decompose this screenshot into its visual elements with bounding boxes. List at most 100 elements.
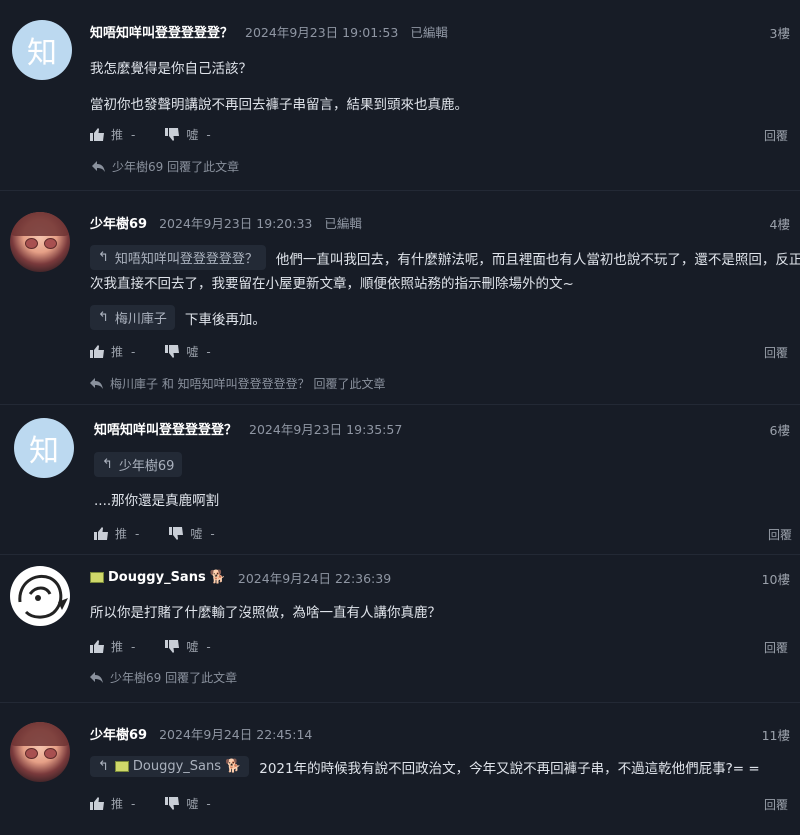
upvote-button[interactable]: 推- [90,638,135,655]
thumbs-up-icon [90,797,104,810]
replied-by[interactable]: 少年樹69 回覆了此文章 [90,669,237,686]
post-header: Douggy_Sans 🐕 2024年9月24日 22:36:39 [90,568,391,587]
post-text-row: ↰ Douggy_Sans 🐕 2021年的時候我有說不回政治文，今年又說不再回褲子… [90,756,760,777]
quote-tag[interactable]: ↰ 少年樹69 [94,452,183,477]
badge-icon [90,572,104,583]
upvote-count: - [131,639,136,654]
post-text: 次我直接不回去了，我要留在小屋更新文章，順便依照站務的指示刪除場外的文~ [90,276,574,292]
badge-icon [114,761,129,772]
downvote-count: - [206,344,211,359]
post-actions: 推- 噓- [90,126,241,143]
downvote-count: - [210,526,215,541]
post-actions: 推- 噓- [90,795,241,812]
quote-tag[interactable]: ↰ 知唔知咩叫登登登登登？ [90,245,266,270]
downvote-label: 噓 [190,527,203,541]
sketch-avatar-icon [11,567,69,625]
reply-arrow-icon [90,672,103,683]
downvote-button[interactable]: 噓- [165,638,211,655]
upvote-button[interactable]: 推- [90,126,135,143]
author-name[interactable]: 知唔知咩叫登登登登登？ [94,419,237,438]
downvote-button[interactable]: 噓- [165,795,211,812]
reply-arrow-icon [90,378,103,389]
downvote-label: 噓 [186,797,199,811]
avatar[interactable]: 知 [14,418,74,478]
post-date: 2024年9月23日 19:01:53 [245,25,399,40]
author-name[interactable]: 少年樹69 [90,213,147,232]
downvote-button[interactable]: 噓- [169,525,215,542]
replied-by-text: 少年樹69 回覆了此文章 [110,671,238,685]
avatar-hair [10,722,70,746]
post-date: 2024年9月23日 19:20:33 [159,216,313,231]
avatar-eye [25,748,38,759]
upvote-button[interactable]: 推- [90,343,135,360]
comment-thread: 知 知唔知咩叫登登登登登？ 2024年9月23日 19:01:53 已編輯 3樓… [0,0,800,835]
reply-button[interactable]: 回覆 [768,526,792,543]
reply-button[interactable]: 回覆 [764,796,788,813]
floor-number: 6樓 [769,423,790,438]
post-header: 知唔知咩叫登登登登登？ 2024年9月23日 19:35:57 [94,419,402,438]
upvote-count: - [131,344,136,359]
post-text-row: ↰ 梅川庫子 下車後再加。 [90,305,266,330]
divider [0,190,800,191]
reply-button[interactable]: 回覆 [764,127,788,144]
thumbs-down-icon [169,527,184,540]
post-text: 2021年的時候我有說不回政治文，今年又說不再回褲子串，不過這乾他們屁事?= = [259,760,760,777]
dog-icon: 🐕 [209,570,226,585]
post-text-row: ↰ 少年樹69 [94,452,183,477]
upvote-button[interactable]: 推- [94,525,139,542]
reply-button[interactable]: 回覆 [764,639,788,656]
author-name[interactable]: 知唔知咩叫登登登登登？ [90,22,233,41]
thumbs-up-icon [94,527,108,540]
reply-arrow-icon: ↰ [98,310,109,325]
avatar-eye [44,748,57,759]
edited-label: 已編輯 [324,216,362,231]
upvote-label: 推 [111,640,124,654]
quote-tag[interactable]: ↰ 梅川庫子 [90,305,175,330]
reply-arrow-icon: ↰ [98,250,109,265]
reply-arrow-icon: ↰ [102,457,113,472]
author-name[interactable]: Douggy_Sans [108,570,206,585]
post-actions: 推- 噓- [94,525,245,542]
post-header: 知唔知咩叫登登登登登？ 2024年9月23日 19:01:53 已編輯 [90,22,448,41]
author-name[interactable]: 少年樹69 [90,724,147,743]
divider [0,404,800,405]
post-date: 2024年9月24日 22:36:39 [237,571,392,586]
quote-author: Douggy_Sans [132,759,222,774]
quote-tag[interactable]: ↰ Douggy_Sans 🐕 [90,756,250,777]
downvote-count: - [206,639,211,654]
replied-by-text: 梅川庫子 和 知唔知咩叫登登登登登？ 回覆了此文章 [110,377,386,391]
downvote-label: 噓 [186,128,199,142]
downvote-count: - [206,796,211,811]
post-text: 所以你是打賭了什麼輸了沒照做，為啥一直有人講你真鹿？ [90,605,441,621]
thumbs-down-icon [165,797,180,810]
post-header: 少年樹69 2024年9月23日 19:20:33 已編輯 [90,213,362,232]
edited-label: 已編輯 [410,25,448,40]
post-date: 2024年9月24日 22:45:14 [159,727,313,742]
post-date: 2024年9月23日 19:35:57 [249,422,403,437]
replied-by[interactable]: 少年樹69 回覆了此文章 [92,158,239,175]
dog-icon: 🐕 [225,759,242,774]
avatar[interactable]: 知 [12,20,72,80]
avatar-eye [44,238,57,249]
avatar[interactable] [10,212,70,272]
thumbs-down-icon [165,128,180,141]
upvote-label: 推 [115,527,128,541]
upvote-button[interactable]: 推- [90,795,135,812]
thumbs-down-icon [165,345,180,358]
thumbs-up-icon [90,128,104,141]
avatar-eye [25,238,38,249]
avatar[interactable] [10,722,70,782]
floor-number: 10樓 [761,572,790,587]
upvote-label: 推 [111,797,124,811]
replied-by[interactable]: 梅川庫子 和 知唔知咩叫登登登登登？ 回覆了此文章 [90,375,385,392]
upvote-label: 推 [111,128,124,142]
reply-arrow-icon [92,161,105,172]
avatar[interactable] [10,566,70,626]
downvote-button[interactable]: 噓- [165,126,211,143]
reply-arrow-icon: ↰ [98,759,109,774]
thumbs-down-icon [165,640,180,653]
reply-button[interactable]: 回覆 [764,344,788,361]
downvote-button[interactable]: 噓- [165,343,211,360]
divider [0,554,800,555]
post-text: 他們一直叫我回去，有什麼辦法呢，而且裡面也有人當初也說不玩了，還不是照回，反正這 [275,251,800,268]
